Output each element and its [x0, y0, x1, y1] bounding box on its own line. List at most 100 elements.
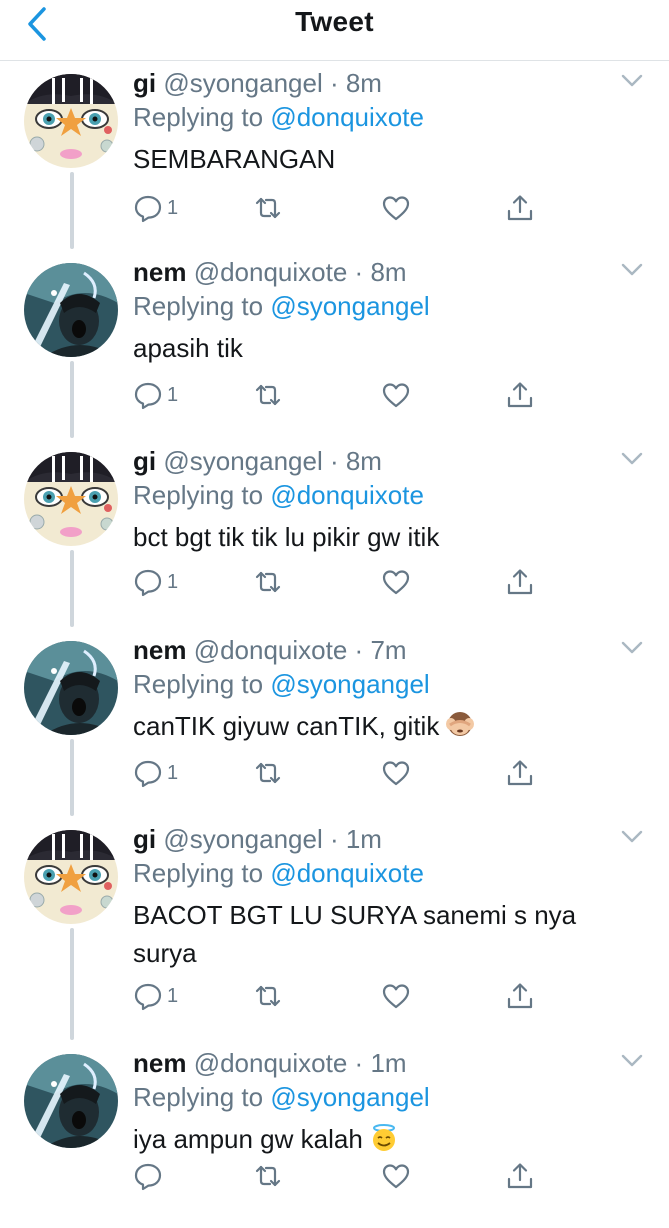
retweet-icon — [253, 1161, 283, 1191]
replying-to-mention[interactable]: @donquixote — [270, 480, 424, 510]
like-button[interactable] — [381, 1158, 411, 1194]
reply-button[interactable]: 1 — [133, 564, 178, 600]
reply-button[interactable] — [133, 1158, 167, 1194]
tweet-item[interactable]: nem @donquixote · 7m Replying to @syonga… — [0, 635, 669, 815]
reply-count: 1 — [167, 984, 179, 1007]
tweet-item[interactable]: gi @syongangel · 8m Replying to @donquix… — [0, 68, 669, 248]
display-name[interactable]: gi — [133, 68, 156, 98]
chevron-down-icon[interactable] — [621, 641, 643, 655]
like-button[interactable] — [381, 564, 411, 600]
chevron-down-icon[interactable] — [621, 830, 643, 844]
share-icon — [505, 567, 535, 597]
share-button[interactable] — [505, 190, 535, 226]
share-button[interactable] — [505, 1158, 535, 1194]
tweet-item[interactable]: nem @donquixote · 1m Replying to @syonga… — [0, 1048, 669, 1228]
page-title: Tweet — [295, 6, 374, 37]
like-button[interactable] — [381, 190, 411, 226]
retweet-icon — [253, 380, 283, 410]
avatar[interactable] — [24, 830, 118, 924]
tweet-header: gi @syongangel · 1m — [133, 824, 643, 854]
like-button[interactable] — [381, 377, 411, 413]
avatar[interactable] — [24, 452, 118, 546]
avatar[interactable] — [24, 263, 118, 357]
replying-to-mention[interactable]: @syongangel — [270, 1082, 429, 1112]
display-name[interactable]: nem — [133, 257, 186, 287]
reply-button[interactable]: 1 — [133, 377, 178, 413]
like-button[interactable] — [381, 978, 411, 1014]
replying-to-line: Replying to @syongangel — [133, 1080, 643, 1114]
timestamp: 1m — [345, 824, 382, 854]
tweet-header: nem @donquixote · 1m — [133, 1048, 643, 1078]
replying-to-mention[interactable]: @donquixote — [270, 102, 424, 132]
chevron-down-icon[interactable] — [621, 452, 643, 466]
tweet-item[interactable]: nem @donquixote · 8m Replying to @syonga… — [0, 257, 669, 437]
avatar[interactable] — [24, 74, 118, 168]
heart-icon — [381, 1161, 411, 1191]
reply-icon — [133, 380, 163, 410]
heart-icon — [381, 380, 411, 410]
chevron-down-icon[interactable] — [621, 74, 643, 88]
heart-icon — [381, 193, 411, 223]
user-handle[interactable]: @donquixote — [194, 257, 348, 287]
separator-dot: · — [322, 68, 346, 98]
display-name[interactable]: gi — [133, 446, 156, 476]
retweet-button[interactable] — [253, 978, 283, 1014]
separator-dot: · — [347, 1048, 371, 1078]
retweet-button[interactable] — [253, 564, 283, 600]
retweet-button[interactable] — [253, 377, 283, 413]
share-button[interactable] — [505, 755, 535, 791]
separator-dot: · — [347, 635, 371, 665]
tweet-text-body: canTIK giyuw canTIK, gitik — [133, 711, 440, 741]
avatar[interactable] — [24, 1054, 118, 1148]
retweet-button[interactable] — [253, 755, 283, 791]
display-name[interactable]: nem — [133, 635, 186, 665]
share-icon — [505, 380, 535, 410]
reply-icon — [133, 758, 163, 788]
retweet-icon — [253, 567, 283, 597]
replying-to-line: Replying to @donquixote — [133, 856, 643, 890]
reply-button[interactable]: 1 — [133, 978, 178, 1014]
tweet-item[interactable]: gi @syongangel · 8m Replying to @donquix… — [0, 446, 669, 626]
reply-icon — [133, 567, 163, 597]
heart-icon — [381, 567, 411, 597]
replying-to-mention[interactable]: @syongangel — [270, 291, 429, 321]
replying-to-line: Replying to @donquixote — [133, 100, 643, 134]
share-button[interactable] — [505, 564, 535, 600]
share-button[interactable] — [505, 978, 535, 1014]
user-handle[interactable]: @donquixote — [194, 635, 348, 665]
chevron-down-icon[interactable] — [621, 263, 643, 277]
reply-button[interactable]: 1 — [133, 755, 178, 791]
tweet-actions: 1 — [133, 755, 553, 791]
avatar[interactable] — [24, 641, 118, 735]
display-name[interactable]: gi — [133, 824, 156, 854]
user-handle[interactable]: @syongangel — [163, 824, 322, 854]
user-handle[interactable]: @syongangel — [163, 446, 322, 476]
reply-button[interactable]: 1 — [133, 190, 178, 226]
replying-to-mention[interactable]: @donquixote — [270, 858, 424, 888]
tweet-actions — [133, 1158, 553, 1194]
share-icon — [505, 758, 535, 788]
tweet-text: canTIK giyuw canTIK, gitik — [133, 707, 643, 745]
user-handle[interactable]: @donquixote — [194, 1048, 348, 1078]
replying-to-mention[interactable]: @syongangel — [270, 669, 429, 699]
replying-to-line: Replying to @syongangel — [133, 667, 643, 701]
user-handle[interactable]: @syongangel — [163, 68, 322, 98]
replying-to-label: Replying to — [133, 291, 264, 321]
heart-icon — [381, 981, 411, 1011]
display-name[interactable]: nem — [133, 1048, 186, 1078]
retweet-icon — [253, 758, 283, 788]
retweet-button[interactable] — [253, 190, 283, 226]
share-button[interactable] — [505, 377, 535, 413]
reply-icon — [133, 193, 163, 223]
like-button[interactable] — [381, 755, 411, 791]
replying-to-label: Replying to — [133, 102, 264, 132]
chevron-down-icon[interactable] — [621, 1054, 643, 1068]
tweet-text: bct bgt tik tik lu pikir gw itik — [133, 518, 643, 556]
retweet-button[interactable] — [253, 1158, 283, 1194]
tweet-text-body: BACOT BGT LU SURYA sanemi s nya surya — [133, 900, 577, 968]
tweet-item[interactable]: gi @syongangel · 1m Replying to @donquix… — [0, 824, 669, 1011]
tweet-text: SEMBARANGAN — [133, 140, 643, 178]
reply-count: 1 — [167, 570, 179, 593]
replying-to-line: Replying to @syongangel — [133, 289, 643, 323]
top-bar: Tweet — [0, 0, 669, 61]
